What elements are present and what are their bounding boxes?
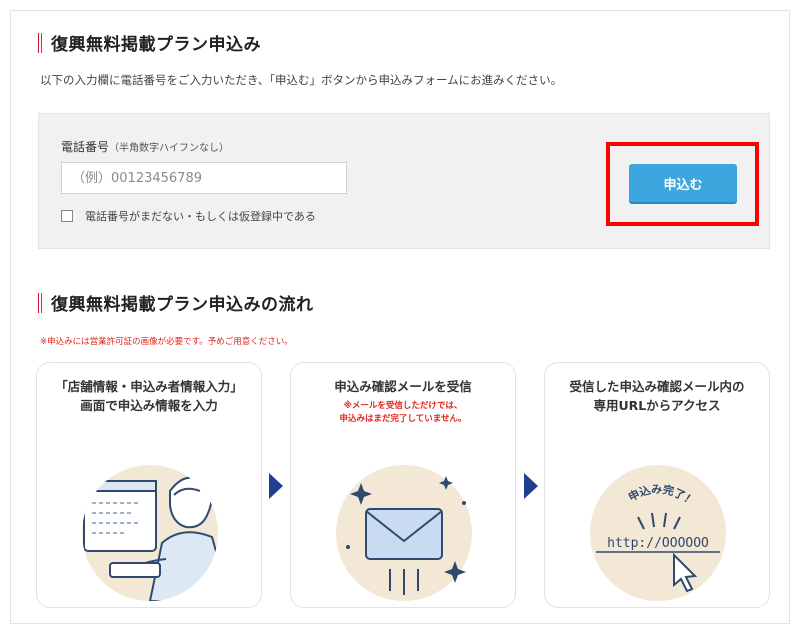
phone-label-note: （半角数字ハイフンなし）	[109, 143, 230, 154]
phone-input[interactable]	[61, 162, 347, 194]
no-phone-checkbox-label: 電話番号がまだない・もしくは仮登録中である	[85, 210, 316, 223]
heading-accent-bar	[38, 32, 41, 53]
step-title-line: 専用URLからアクセス	[593, 398, 721, 413]
phone-label-text: 電話番号	[61, 140, 110, 154]
person-at-computer-icon	[82, 465, 218, 601]
phone-form-panel: 電話番号（半角数字ハイフンなし） 電話番号がまだない・もしくは仮登録中である 申…	[38, 113, 770, 249]
step-card-1: 「店舗情報・申込み者情報入力」 画面で申込み情報を入力	[36, 362, 262, 608]
step-arrow-icon	[269, 473, 283, 499]
step-card-3: 受信した申込み確認メール内の 専用URLからアクセス 申込み完了！ http:/…	[544, 362, 770, 608]
step-title-line: 「店舗情報・申込み者情報入力」	[55, 379, 243, 394]
cursor-click-url-icon: 申込み完了！ http://OOOOOO	[590, 465, 726, 601]
url-text: http://OOOOOO	[607, 536, 709, 551]
no-phone-checkbox-row[interactable]: 電話番号がまだない・もしくは仮登録中である	[61, 208, 316, 224]
envelope-icon	[336, 465, 472, 601]
heading-accent-bar	[38, 292, 41, 313]
step-card-2: 申込み確認メールを受信 ※メールを受信しただけでは、 申込みはまだ完了していませ…	[290, 362, 516, 608]
section-title: 復興無料掲載プラン申込みの流れ	[51, 295, 314, 315]
step-note-line: 申込みはまだ完了していません。	[339, 414, 467, 424]
step-note: ※メールを受信しただけでは、 申込みはまだ完了していません。	[291, 400, 515, 426]
apply-button[interactable]: 申込む	[629, 164, 737, 202]
step-title-line: 受信した申込み確認メール内の	[569, 379, 745, 394]
step-note-line: ※メールを受信しただけでは、	[343, 401, 463, 411]
step-arrow-icon	[524, 473, 538, 499]
intro-text: 以下の入力欄に電話番号をご入力いただき、「申込む」ボタンから申込みフォームにお進…	[40, 73, 563, 87]
step-title: 申込み確認メールを受信	[334, 379, 472, 394]
step-title: 受信した申込み確認メール内の 専用URLからアクセス	[545, 377, 769, 415]
step-title-line: 画面で申込み情報を入力	[80, 398, 218, 413]
section-heading-flow: 復興無料掲載プラン申込みの流れ	[38, 290, 314, 315]
no-phone-checkbox[interactable]	[61, 210, 73, 222]
license-warning: ※申込みには営業許可証の画像が必要です。予めご用意ください。	[40, 337, 293, 347]
step-title: 「店舗情報・申込み者情報入力」 画面で申込み情報を入力	[37, 377, 261, 415]
phone-label: 電話番号（半角数字ハイフンなし）	[61, 138, 229, 155]
section-heading-plan: 復興無料掲載プラン申込み	[38, 30, 261, 55]
section-title: 復興無料掲載プラン申込み	[51, 35, 261, 55]
